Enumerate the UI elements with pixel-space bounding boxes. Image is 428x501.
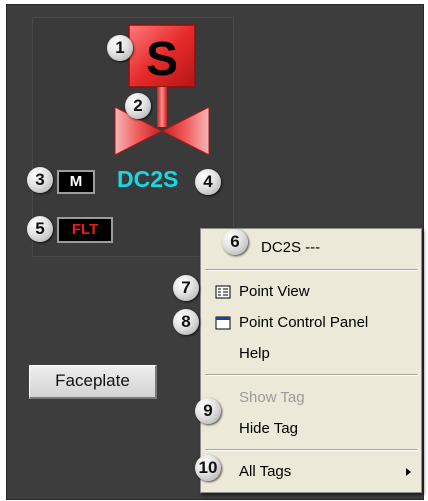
point-view-icon <box>215 285 231 299</box>
menu-item-help[interactable]: Help <box>201 341 421 367</box>
menu-item-label: Hide Tag <box>239 420 298 437</box>
callout-4: 4 <box>195 169 221 195</box>
graphic-canvas: S M DC2S FLT Faceplate DC2S --- Point Vi… <box>6 4 424 500</box>
menu-item-all-tags[interactable]: All Tags <box>201 459 421 485</box>
callout-7: 7 <box>173 275 199 301</box>
menu-separator <box>205 449 417 451</box>
menu-item-point-control-panel[interactable]: Point Control Panel <box>201 310 421 336</box>
callout-5: 5 <box>27 216 53 242</box>
fault-indicator[interactable]: FLT <box>57 217 113 243</box>
callout-3: 3 <box>27 167 53 193</box>
callout-2: 2 <box>125 93 151 119</box>
menu-item-label: All Tags <box>239 463 292 480</box>
mode-indicator[interactable]: M <box>57 170 95 194</box>
control-panel-icon <box>215 316 231 330</box>
screenshot-frame: S M DC2S FLT Faceplate DC2S --- Point Vi… <box>0 0 428 501</box>
menu-item-label: Help <box>239 345 270 362</box>
menu-item-label: Point Control Panel <box>239 314 369 331</box>
menu-item-label: Point View <box>239 283 310 300</box>
callout-10: 10 <box>195 455 221 481</box>
solenoid-letter: S <box>146 33 178 86</box>
context-menu: DC2S --- Point View Point Control Panel … <box>200 228 422 493</box>
menu-item-label: Show Tag <box>239 389 305 406</box>
menu-separator <box>205 269 417 271</box>
menu-separator <box>205 374 417 376</box>
menu-item-hide-tag[interactable]: Hide Tag <box>201 416 421 442</box>
faceplate-button[interactable]: Faceplate <box>29 365 157 399</box>
callout-9: 9 <box>195 398 221 424</box>
callout-6: 6 <box>222 229 248 255</box>
callout-8: 8 <box>173 309 199 335</box>
menu-header-label: DC2S --- <box>261 239 321 256</box>
callout-1: 1 <box>107 35 133 61</box>
submenu-arrow-icon <box>406 468 411 476</box>
menu-item-point-view[interactable]: Point View <box>201 279 421 305</box>
tag-name-label: DC2S <box>117 166 179 192</box>
menu-item-show-tag: Show Tag <box>201 385 421 411</box>
